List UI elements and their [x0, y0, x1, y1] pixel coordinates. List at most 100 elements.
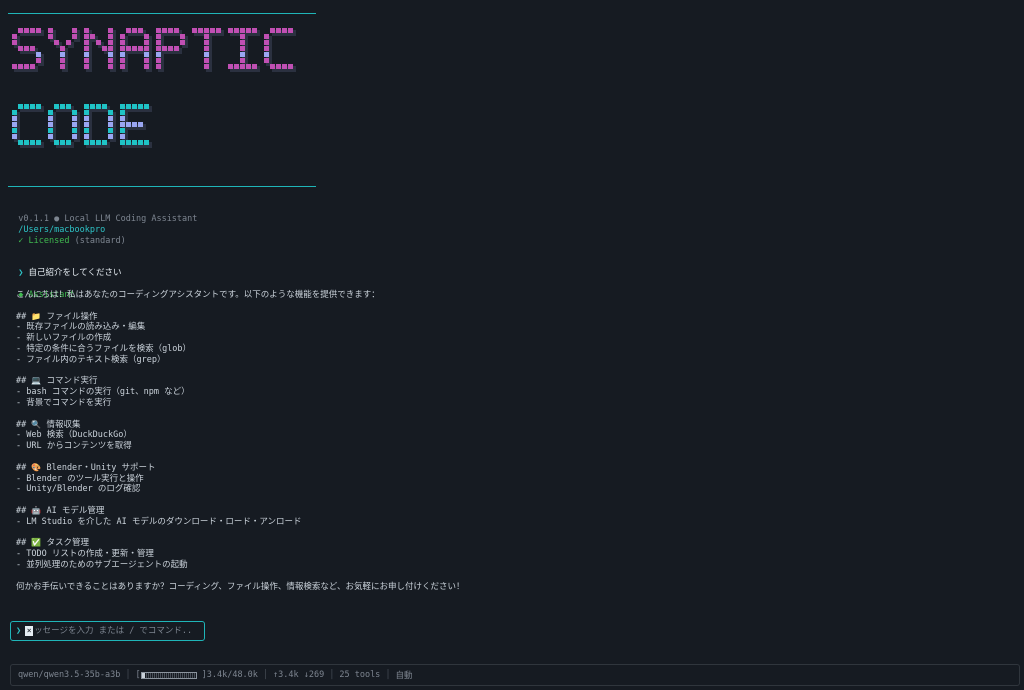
- logo-pixel: [48, 122, 53, 127]
- logo-pixel: [282, 64, 287, 69]
- logo-pixel: [54, 40, 59, 45]
- logo-pixel: [204, 40, 209, 45]
- logo-pixel: [120, 134, 125, 139]
- section-heading: ## 🎨 Blender・Unity サポート: [16, 463, 156, 474]
- logo-pixel: [24, 28, 29, 33]
- logo-pixel: [138, 104, 143, 109]
- logo-pixel: [120, 116, 125, 121]
- logo-pixel: [144, 52, 149, 57]
- logo-pixel: [30, 28, 35, 33]
- logo-pixel: [36, 52, 41, 57]
- logo-pixel: [48, 34, 53, 39]
- logo-pixel: [144, 64, 149, 69]
- token-counts: ↑3.4k ↓269: [273, 670, 325, 680]
- logo-pixel: [264, 34, 269, 39]
- list-item: - LM Studio を介した AI モデルのダウンロード・ロード・アンロード: [16, 517, 302, 528]
- list-item: - ファイル内のテキスト検索（grep）: [16, 355, 165, 366]
- logo-pixel: [240, 28, 245, 33]
- text-cursor: ×: [25, 626, 34, 636]
- section-icon: 🤖: [31, 506, 42, 515]
- logo-pixel: [144, 46, 149, 51]
- prompt-arrow-icon: ❯: [18, 267, 24, 278]
- logo-pixel: [168, 28, 173, 33]
- mode-indicator[interactable]: 自動: [395, 669, 412, 681]
- logo-pixel: [132, 28, 137, 33]
- logo-pixel: [72, 116, 77, 121]
- section-heading: ## 📁 ファイル操作: [16, 312, 97, 323]
- list-item: - 既存ファイルの読み込み・編集: [16, 322, 145, 333]
- logo-pixel: [60, 64, 65, 69]
- section-icon: 🎨: [31, 462, 42, 472]
- logo-pixel: [246, 28, 251, 33]
- logo-pixel: [18, 28, 23, 33]
- heading-marker: ##: [16, 506, 27, 516]
- logo-pixel: [12, 128, 17, 133]
- logo-pixel: [156, 40, 161, 45]
- logo-pixel: [180, 40, 185, 45]
- check-icon: ✓: [18, 236, 24, 246]
- logo-pixel: [24, 140, 29, 145]
- list-item-text: - 並列処理のためのサブエージェントの起動: [16, 560, 188, 570]
- logo-pixel: [132, 122, 137, 127]
- logo-pixel: [12, 34, 17, 39]
- logo-pixel: [84, 46, 89, 51]
- user-message: 自己紹介をしてください: [28, 267, 122, 278]
- logo-pixel: [24, 46, 29, 51]
- logo-pixel: [144, 58, 149, 63]
- logo-pixel: [96, 104, 101, 109]
- list-item-text: - 新しいファイルの作成: [16, 333, 112, 344]
- logo-pixel: [54, 140, 59, 145]
- logo-pixel: [12, 64, 17, 69]
- section-heading: ## 🤖 AI モデル管理: [16, 506, 104, 517]
- logo-pixel: [138, 140, 143, 145]
- logo-pixel: [90, 104, 95, 109]
- logo-pixel: [84, 128, 89, 133]
- logo-pixel: [120, 104, 125, 109]
- logo-pixel: [30, 104, 35, 109]
- logo-pixel: [228, 64, 233, 69]
- list-item: - 新しいファイルの作成: [16, 333, 111, 344]
- logo-pixel: [216, 28, 221, 33]
- message-input-box[interactable]: ❯ ×: [10, 621, 205, 641]
- logo-pixel: [60, 52, 65, 57]
- logo-pixel: [48, 110, 53, 115]
- logo-pixel: [72, 34, 77, 39]
- logo-pixel: [84, 64, 89, 69]
- logo-pixel: [120, 122, 125, 127]
- logo-pixel: [72, 122, 77, 127]
- logo-pixel: [228, 28, 233, 33]
- logo-pixel: [60, 140, 65, 145]
- logo-pixel: [18, 64, 23, 69]
- tools-count[interactable]: 25 tools: [339, 670, 380, 680]
- intro-text: こんにちは！私はあなたのコーディングアシスタントです。以下のような機能を提供でき…: [16, 290, 380, 300]
- logo-pixel: [138, 28, 143, 33]
- logo-pixel: [66, 140, 71, 145]
- logo-pixel: [132, 104, 137, 109]
- logo-pixel: [144, 40, 149, 45]
- logo-pixel: [234, 64, 239, 69]
- logo-pixel: [90, 34, 95, 39]
- logo-pixel: [120, 140, 125, 145]
- list-item-text: - TODO リストの作成・更新・管理: [16, 549, 154, 560]
- logo-pixel: [240, 64, 245, 69]
- model-name[interactable]: qwen/qwen3.5-35b-a3b: [18, 670, 120, 680]
- list-item-text: - ファイル内のテキスト検索（grep）: [16, 354, 166, 365]
- logo-pixel: [204, 58, 209, 63]
- message-input[interactable]: [34, 626, 195, 636]
- logo-pixel: [192, 28, 197, 33]
- section-title: ファイル操作: [46, 311, 98, 322]
- logo-pixel: [96, 140, 101, 145]
- logo-pixel: [144, 140, 149, 145]
- logo-pixel: [120, 46, 125, 51]
- logo-pixel: [246, 64, 251, 69]
- logo-pixel: [12, 122, 17, 127]
- logo-pixel: [156, 46, 161, 51]
- logo-pixel: [270, 28, 275, 33]
- logo-pixel: [234, 28, 239, 33]
- status-separator: │: [329, 670, 335, 680]
- logo-pixel: [108, 122, 113, 127]
- license-status: Licensed: [28, 236, 70, 246]
- section-icon: 🔍: [31, 419, 42, 429]
- logo-pixel: [18, 104, 23, 109]
- logo-pixel: [66, 40, 71, 45]
